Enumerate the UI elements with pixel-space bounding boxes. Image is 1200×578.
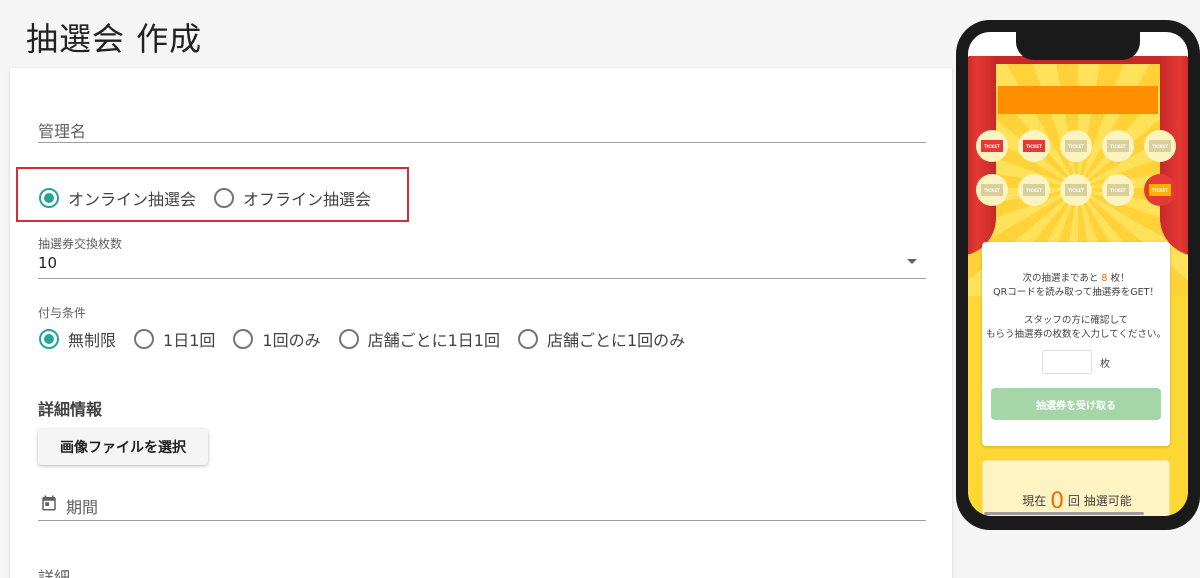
phone-preview: TICKET TICKET TICKET TICKET TICKET TICKE… [956,20,1200,530]
radio-label: オンライン抽選会 [68,190,197,209]
radio-circle-icon [233,329,254,349]
receive-ticket-button[interactable]: 抽選券を受け取る [991,388,1161,420]
radio-label: 店舗ごとに1日1回 [367,331,500,350]
select-image-file-button[interactable]: 画像ファイルを選択 [38,429,208,465]
radio-per-store-once-per-day[interactable]: 店舗ごとに1日1回 [338,327,500,351]
radio-offline-lottery[interactable]: オフライン抽選会 [214,186,371,210]
radio-label: オフライン抽選会 [243,190,372,209]
ticket-label: TICKET [1023,140,1045,152]
preview-scrollbar[interactable] [984,512,1144,515]
ticket-exchange-value: 10 [38,254,58,272]
radio-once-per-day[interactable]: 1日1回 [134,327,215,351]
radio-circle-icon [134,329,155,349]
ticket-label: TICKET [981,184,1003,196]
ticket-stamp: TICKET [976,174,1008,206]
ticket-stamp: TICKET [1144,174,1176,206]
radio-circle-icon [338,329,359,349]
ticket-label: TICKET [1149,184,1171,196]
radio-per-store-once-only[interactable]: 店舗ごとに1回のみ [517,327,686,351]
ticket-exchange-select[interactable] [38,278,926,279]
radio-label: 店舗ごとに1回のみ [546,331,686,350]
next-draw-prefix: 次の抽選まであと [1022,273,1099,284]
period-input[interactable] [38,520,926,521]
ticket-quantity-input[interactable] [1042,350,1092,374]
ticket-info-card: 次の抽選まであと 8 枚！ QRコードを読み取って抽選券をGET！ スタッフの方… [982,242,1170,446]
page-title: 抽選会 作成 [26,20,203,58]
calendar-icon[interactable] [40,494,58,512]
radio-online-lottery[interactable]: オンライン抽選会 [39,186,196,210]
admin-name-label: 管理名 [38,122,87,141]
radio-unlimited[interactable]: 無制限 [39,327,116,351]
form-card: 管理名 オンライン抽選会 オフライン抽選会 抽選券交換枚数 10 付与条件 無制… [10,68,952,578]
staff-instruction-2: もらう抽選券の枚数を入力してください。 [986,329,1166,340]
ticket-label: TICKET [1065,140,1087,152]
radio-label: 1回のみ [262,331,321,350]
chevron-down-icon[interactable] [907,259,917,264]
radio-circle-icon [39,329,59,349]
ticket-stamp: TICKET [1018,130,1050,162]
ticket-stamp: TICKET [1102,174,1134,206]
grant-condition-group: 無制限 1日1回 1回のみ 店舗ごとに1日1回 店舗ごとに1回のみ [39,327,703,351]
phone-notch [1016,20,1140,60]
radio-once-only[interactable]: 1回のみ [233,327,321,351]
draw-status-text: 現在 0 回 抽選可能 [983,489,1171,514]
current-count: 0 [1050,489,1065,514]
details-section-title: 詳細情報 [38,400,103,419]
ticket-exchange-label: 抽選券交換枚数 [38,237,123,251]
staff-instruction-1: スタッフの方に確認して [1023,315,1129,326]
ticket-stamp: TICKET [1102,130,1134,162]
next-draw-text: 次の抽選まであと 8 枚！ [982,270,1170,284]
ticket-stamp: TICKET [1060,174,1092,206]
ticket-label: TICKET [981,140,1003,152]
ticket-stamp: TICKET [1060,130,1092,162]
ticket-label: TICKET [1107,184,1129,196]
current-prefix: 現在 [1022,494,1047,508]
radio-label: 無制限 [68,331,117,350]
grant-condition-label: 付与条件 [38,306,87,320]
ticket-stamp: TICKET [1144,130,1176,162]
lottery-type-group: オンライン抽選会 オフライン抽選会 [39,186,389,210]
draw-status-card: 現在 0 回 抽選可能 [982,460,1170,516]
current-suffix: 回 抽選可能 [1067,494,1132,508]
ticket-label: TICKET [1149,140,1171,152]
admin-name-input[interactable] [38,142,926,143]
radio-circle-icon [214,188,235,208]
radio-circle-icon [39,188,59,208]
period-label: 期間 [66,498,99,517]
title-banner [998,86,1158,114]
next-draw-suffix: 枚！ [1110,273,1130,284]
details-label: 詳細 [38,568,71,578]
ticket-stamp: TICKET [1018,174,1050,206]
phone-screen: TICKET TICKET TICKET TICKET TICKET TICKE… [968,56,1188,516]
next-draw-count: 8 [1101,273,1108,284]
ticket-stamp: TICKET [976,130,1008,162]
qr-instruction: QRコードを読み取って抽選券をGET！ [993,287,1159,298]
quantity-unit: 枚 [1100,359,1110,370]
ticket-label: TICKET [1065,184,1087,196]
radio-circle-icon [517,329,538,349]
radio-label: 1日1回 [163,331,216,350]
ticket-label: TICKET [1023,184,1045,196]
ticket-label: TICKET [1107,140,1129,152]
